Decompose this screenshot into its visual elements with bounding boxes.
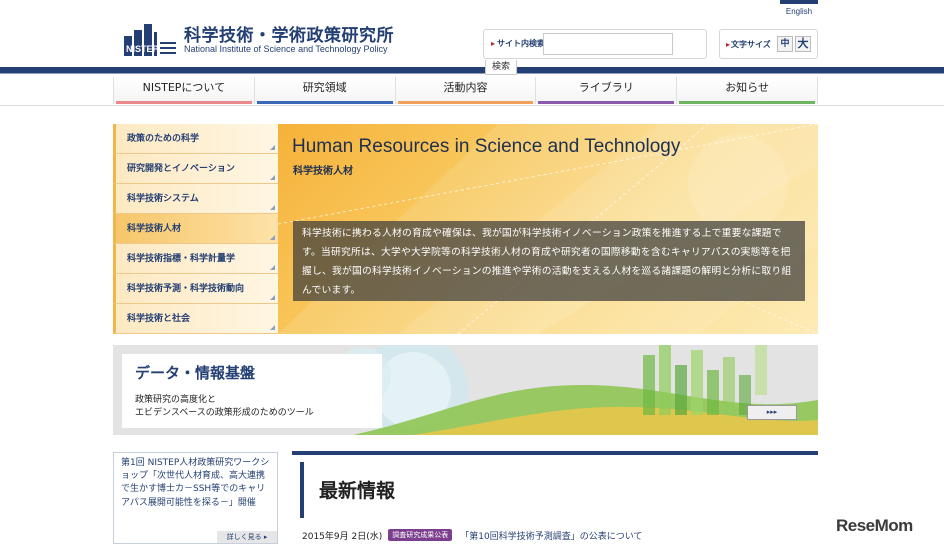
data-banner-description-line2: エビデンスベースの政策形成のためのツール (135, 408, 314, 418)
logo-mark-text: NISTEP (126, 44, 159, 54)
nav-library-label: ライブラリ (578, 81, 634, 94)
sidemenu-item-science-for-policy[interactable]: 政策のための科学 (113, 124, 278, 154)
font-size-medium-button[interactable]: 中 (777, 36, 793, 52)
logo-english-title[interactable]: National Institute of Science and Techno… (184, 44, 387, 54)
english-link[interactable]: English (780, 0, 818, 18)
news-item: 2015年9月 2日(水) 調査研究成果公表 「第10回科学技術予測調査」の公表… (302, 528, 642, 542)
nav-research-areas-label: 研究領域 (302, 81, 347, 94)
nistep-logo-icon[interactable]: NISTEP (124, 22, 178, 56)
nav-news-accent (679, 101, 815, 104)
data-banner-description-line1: 政策研究の高度化と (135, 395, 217, 405)
font-size-large-button[interactable]: 大 (795, 36, 811, 52)
logo-japanese-title[interactable]: 科学技術・学術政策研究所 (184, 21, 394, 46)
sidemenu-item-human-resources[interactable]: 科学技術人材 (113, 214, 278, 244)
resemom-watermark: ReseMom (836, 516, 913, 535)
nav-library[interactable]: ライブラリ (536, 77, 678, 104)
site-search-box: サイト内検索 (483, 29, 707, 59)
research-area-menu: 政策のための科学 研究開発とイノベーション 科学技術システム 科学技術人材 科学… (113, 124, 278, 334)
latest-news-accent-bar (300, 462, 304, 518)
featured-event-text[interactable]: 第1回 NISTEP人材政策研究ワークショップ「次世代人材育成、高大連携で生かす… (121, 457, 273, 510)
nav-research-areas-accent (256, 101, 393, 104)
news-item-link[interactable]: 「第10回科学技術予測調査」の公表について (460, 529, 642, 542)
featured-event-more-link[interactable]: 詳しく見る ▸ (217, 531, 277, 543)
hero-subtitle: 科学技術人材 (293, 166, 353, 177)
nav-about-accent (116, 101, 252, 104)
font-size-switcher: 文字サイズ 中 大 (719, 29, 818, 59)
featured-event-box[interactable]: 第1回 NISTEP人材政策研究ワークショップ「次世代人材育成、高大連携で生かす… (113, 452, 278, 544)
data-infrastructure-banner[interactable]: データ・情報基盤 政策研究の高度化と エビデンスベースの政策形成のためのツール … (113, 345, 818, 435)
nav-about-label: NISTEPについて (142, 81, 226, 94)
nav-activities-accent (397, 101, 534, 104)
nav-activities[interactable]: 活動内容 (395, 77, 537, 104)
hero-title: Human Resources in Science and Technolog… (292, 136, 681, 157)
search-label: サイト内検索 (491, 38, 545, 49)
search-button[interactable]: 検索 (485, 60, 517, 75)
global-navigation: NISTEPについて 研究領域 活動内容 ライブラリ お知らせ (113, 77, 818, 104)
nav-activities-label: 活動内容 (443, 81, 488, 94)
news-item-date: 2015年9月 2日(水) (302, 531, 383, 542)
latest-news-top-border (292, 451, 818, 455)
nav-research-areas[interactable]: 研究領域 (254, 77, 396, 104)
data-banner-more-button[interactable]: ▸▸▸ (747, 405, 797, 420)
sidemenu-item-indicators[interactable]: 科学技術指標・科学計量学 (113, 244, 278, 274)
sidemenu-item-foresight[interactable]: 科学技術予測・科学技術動向 (113, 274, 278, 304)
nav-divider (0, 105, 944, 106)
sidemenu-item-society[interactable]: 科学技術と社会 (113, 304, 278, 334)
nav-library-accent (538, 101, 675, 104)
hero-description: 科学技術に携わる人材の育成や確保は、我が国が科学技術イノベーション政策を推進する… (293, 221, 805, 301)
search-input[interactable] (543, 33, 673, 55)
header-divider-thin (0, 73, 944, 74)
data-banner-title: データ・情報基盤 (135, 364, 256, 382)
sidemenu-item-st-system[interactable]: 科学技術システム (113, 184, 278, 214)
nav-about[interactable]: NISTEPについて (113, 77, 255, 104)
news-item-category-badge: 調査研究成果公表 (388, 529, 453, 541)
nav-news-label: お知らせ (725, 81, 769, 94)
hero-banner: Human Resources in Science and Technolog… (278, 124, 818, 334)
sidemenu-item-rd-innovation[interactable]: 研究開発とイノベーション (113, 154, 278, 184)
latest-news-heading: 最新情報 (319, 480, 396, 502)
font-size-label: 文字サイズ (726, 39, 771, 50)
nav-news[interactable]: お知らせ (677, 77, 818, 104)
